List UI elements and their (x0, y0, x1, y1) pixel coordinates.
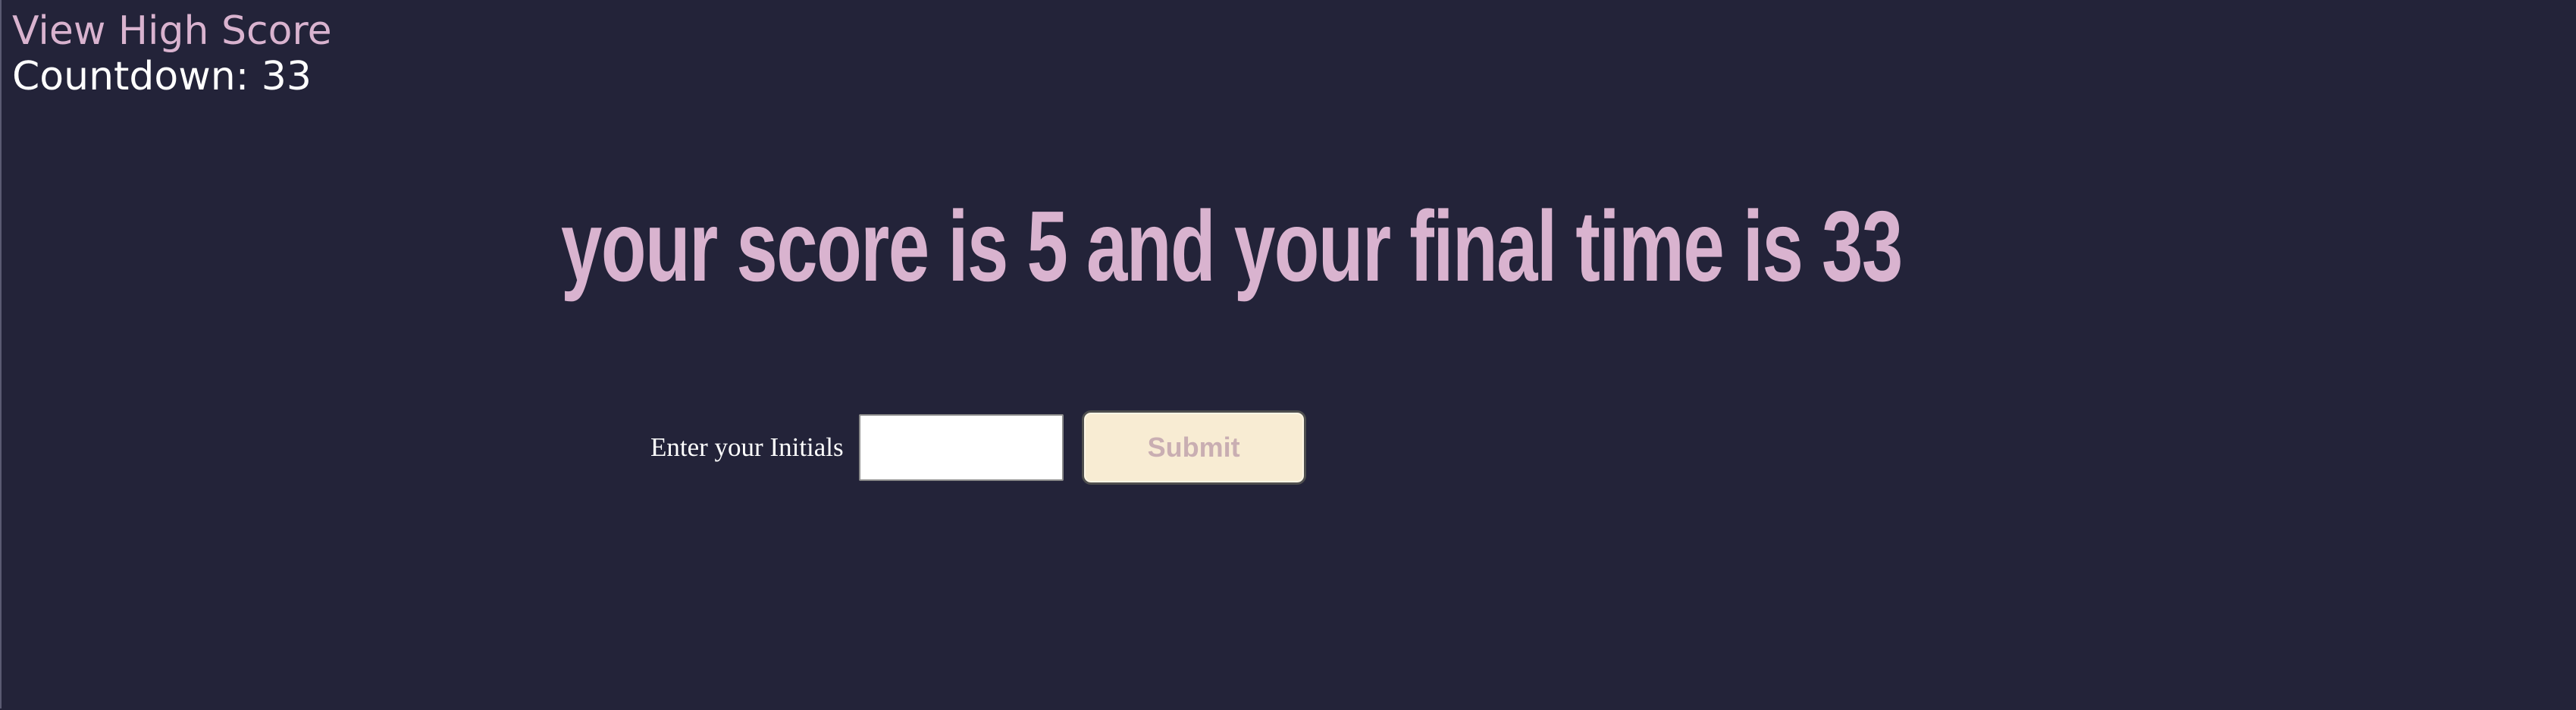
submit-button[interactable]: Submit (1081, 410, 1306, 485)
initials-label: Enter your Initials (650, 432, 844, 462)
final-score-message: your score is 5 and your final time is 3… (561, 190, 1903, 302)
initials-input[interactable] (858, 414, 1064, 481)
countdown-timer: Countdown: 33 (12, 54, 312, 99)
initials-form: Enter your Initials Submit (650, 408, 1306, 487)
page-frame: View High Score Countdown: 33 your score… (0, 0, 2574, 708)
